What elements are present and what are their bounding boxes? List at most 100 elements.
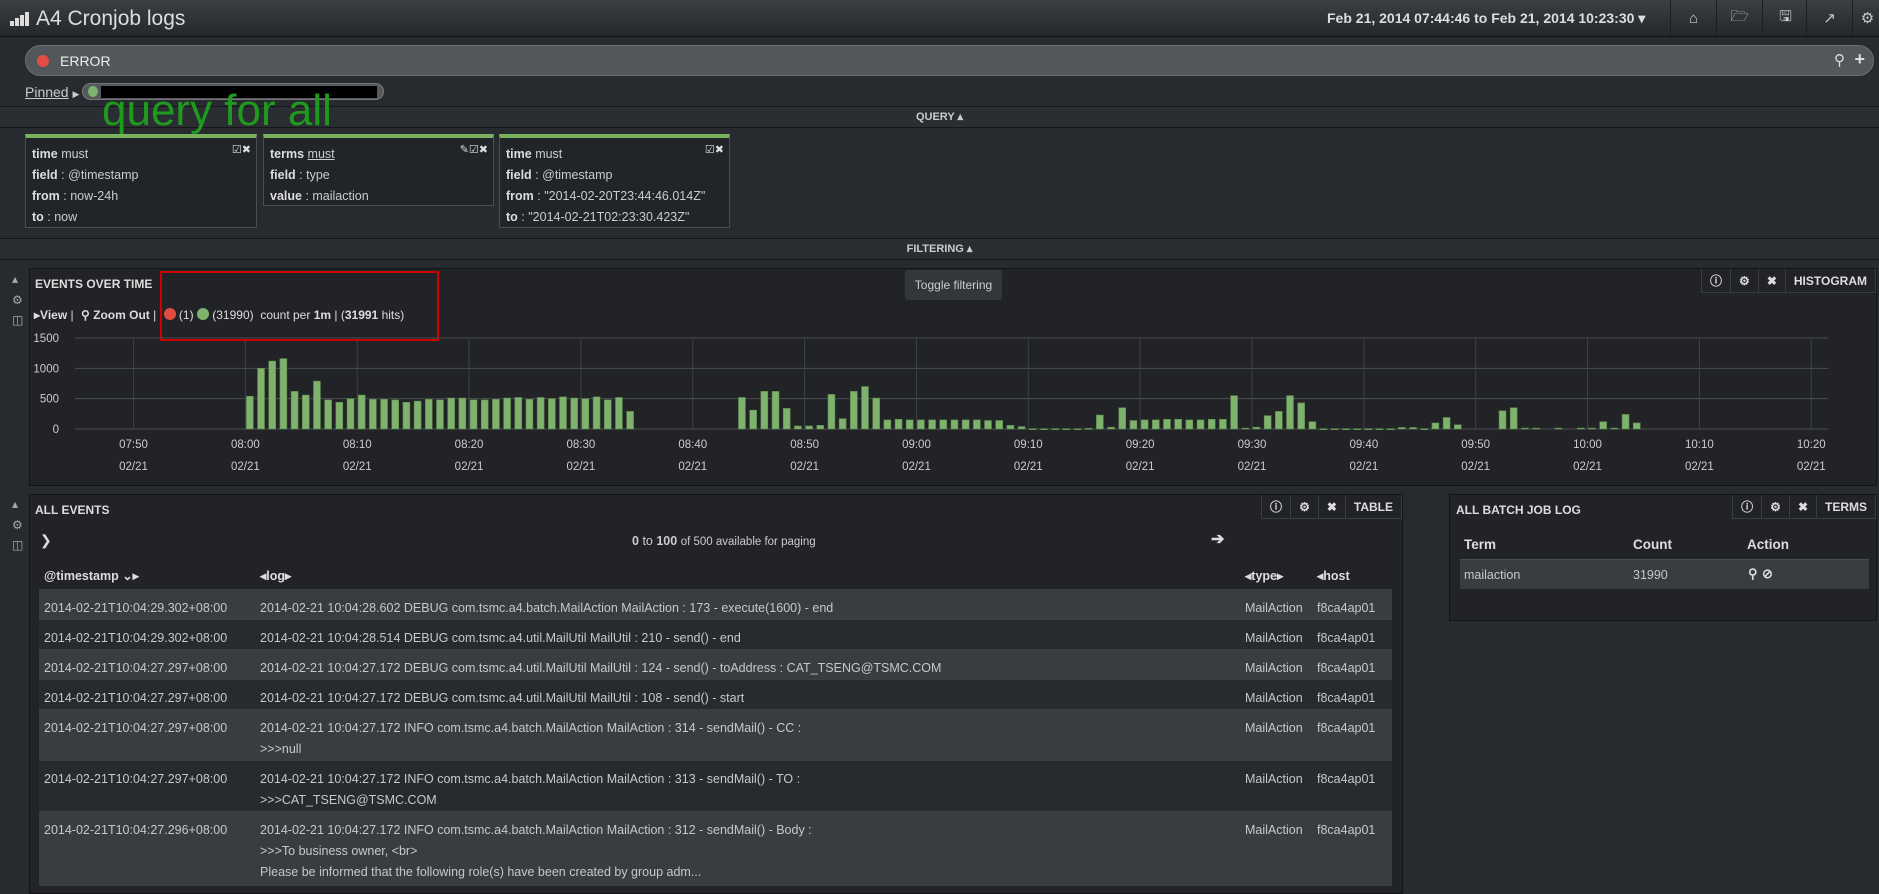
panel-type: TERMS [1817,495,1876,518]
toggle-filter-icon[interactable]: ☑ [469,144,479,156]
close-icon[interactable]: ✖ [1319,495,1346,518]
time-range-text: Feb 21, 2014 07:44:46 to Feb 21, 2014 10… [1327,10,1635,26]
remove-filter-icon[interactable]: ✖ [715,144,724,156]
filter-value: "2014-02-21T02:23:30.423Z" [528,210,690,224]
histogram-bar [1375,428,1384,430]
histogram-bar [302,394,310,430]
histogram-bar [246,395,254,430]
x-tick-date: 02/21 [902,461,931,473]
remove-filter-icon[interactable]: ✖ [479,144,488,156]
terms-header-term: Term [1464,537,1497,552]
collapse-row-icon[interactable]: ▴ [12,272,18,286]
table-row[interactable]: 2014-02-21T10:04:27.297+08:00 2014-02-21… [39,709,1392,760]
paging-rest: of 500 available for paging [680,536,816,548]
cell-timestamp: 2014-02-21T10:04:27.296+08:00 [44,823,228,837]
histogram-bar [928,419,936,430]
column-header-type[interactable]: ◂type▸ [1245,568,1283,583]
row-settings-icon[interactable]: ⚙ [12,293,23,307]
filter-key: to [506,210,518,224]
filter-card[interactable]: ✎☑✖ terms must field : type value : mailac… [263,134,494,206]
load-button[interactable]: 🗁 [1716,0,1762,36]
query-section-toggle[interactable]: QUERY ▴ [0,106,1879,128]
info-icon[interactable]: ⓘ [1733,495,1763,518]
filtering-section-toggle[interactable]: FILTERING ▴ [0,238,1879,260]
x-tick-label: 08:30 [567,439,596,451]
close-icon[interactable]: ✖ [1790,495,1817,518]
dashboard-title: A4 Cronjob logs [36,7,186,30]
histogram-bar [1219,418,1227,430]
terms-panel: ALL BATCH JOB LOG ⓘ ⚙ ✖ TERMS Term Count Ac… [1449,494,1877,621]
row-settings-icon[interactable]: ⚙ [12,518,23,532]
table-row[interactable]: 2014-02-21T10:04:27.297+08:00 2014-02-21… [39,679,1392,709]
histogram-bar [1431,422,1440,430]
x-tick-date: 02/21 [678,461,707,473]
histogram-bar [738,397,746,430]
gear-icon[interactable]: ⚙ [1762,495,1790,518]
histogram-bar [413,400,422,430]
query-color-dot[interactable] [37,55,49,67]
table-row[interactable]: 2014-02-21T10:04:27.297+08:00 2014-02-21… [39,760,1392,811]
time-range-picker[interactable]: Feb 21, 2014 07:44:46 to Feb 21, 2014 10… [1327,10,1645,27]
collapse-row-icon[interactable]: ▴ [12,497,18,511]
gear-icon[interactable]: ⚙ [1291,495,1319,518]
x-tick-label: 09:50 [1461,439,1490,451]
settings-button[interactable]: ⚙ [1852,0,1879,36]
share-button[interactable]: ↗ [1806,0,1852,36]
cell-host: f8ca4ap01 [1317,823,1376,837]
exclude-term-icon[interactable]: ⊘ [1762,566,1773,582]
histogram-bar [380,398,388,430]
terms-header-count: Count [1633,537,1672,552]
histogram-bar [503,397,511,430]
filter-type: terms [270,147,305,161]
remove-filter-icon[interactable]: ✖ [242,144,251,156]
add-query-icon[interactable]: + [1854,49,1865,70]
save-button[interactable]: 🖫 [1762,0,1808,36]
brand[interactable]: A4 Cronjob logs [10,7,185,31]
table-row[interactable]: 2014-02-21T10:04:27.297+08:00 2014-02-21… [39,649,1392,679]
column-header-log[interactable]: ◂log▸ [260,568,291,583]
histogram-bar [1286,395,1294,430]
filter-mode[interactable]: must [308,147,335,161]
x-tick-label: 08:20 [455,439,484,451]
filter-card[interactable]: ☑✖ time must field : @timestamp from : "20… [499,134,730,228]
histogram-bar [357,394,366,430]
table-row[interactable]: 2014-02-21T10:04:29.302+08:00 2014-02-21… [39,589,1392,619]
pinned-query-pill[interactable] [82,83,384,100]
home-button[interactable]: ⌂ [1670,0,1716,36]
pinned-toggle[interactable]: Pinned [25,84,69,100]
column-label: log [266,569,286,583]
add-panel-icon[interactable]: ◫ [12,538,23,552]
pinned-color-dot [88,86,98,97]
cell-log: 2014-02-21 10:04:28.514 DEBUG com.tsmc.a… [260,628,741,649]
toggle-fields-icon[interactable]: ❯ [40,532,52,549]
histogram-bar [570,397,578,430]
column-header-host[interactable]: ◂host [1317,568,1350,583]
cell-host: f8ca4ap01 [1317,772,1376,786]
histogram-bar [1006,425,1015,430]
next-page-arrow-icon[interactable]: ➔ [1211,529,1224,549]
query-bar: ERROR ⚲ + [25,45,1874,76]
cell-type: MailAction [1245,601,1303,615]
x-tick-date: 02/21 [455,461,484,473]
toggle-filter-icon[interactable]: ☑ [705,144,715,156]
edit-icon[interactable]: ✎ [460,144,469,156]
paging-info: 0 to 100 of 500 available for paging [632,534,816,548]
paging-to-word: to [642,534,653,548]
filter-value: type [306,168,330,182]
histogram-chart[interactable]: 0 500 1000 1500 07:50 02/21 08:00 02/21 08:10 02/… [30,269,1876,485]
add-panel-icon[interactable]: ◫ [12,313,23,327]
y-tick-label: 500 [40,394,59,406]
table-row[interactable]: 2014-02-21T10:04:29.302+08:00 2014-02-21… [39,619,1392,649]
search-icon[interactable]: ⚲ [1834,51,1845,69]
histogram-bar [1129,420,1138,430]
query-input[interactable]: ERROR [60,53,111,69]
filter-term-search-icon[interactable]: ⚲ [1748,566,1758,582]
filter-card[interactable]: ☑✖ time must field : @timestamp from : now… [25,134,257,228]
histogram-bar [1051,428,1059,430]
info-icon[interactable]: ⓘ [1262,495,1292,518]
histogram-bar [1107,426,1115,430]
toggle-filter-icon[interactable]: ☑ [232,144,242,156]
column-header-timestamp[interactable]: @timestamp ⌄▸ [44,568,139,583]
table-row[interactable]: 2014-02-21T10:04:27.296+08:00 2014-02-21… [39,811,1392,886]
x-tick-date: 02/21 [1238,461,1267,473]
